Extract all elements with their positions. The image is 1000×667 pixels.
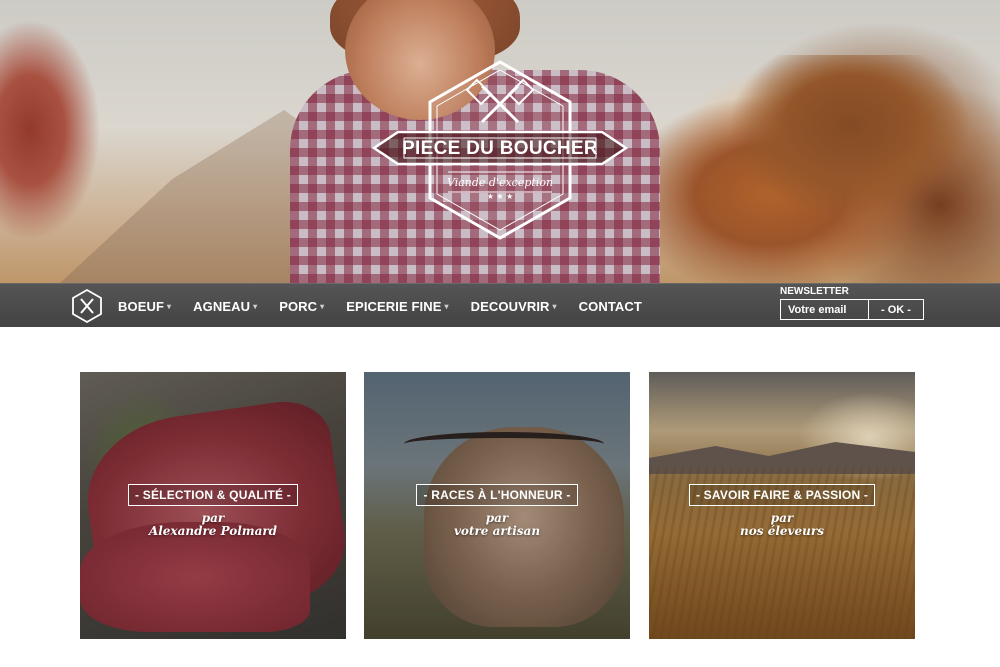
nav-item-porc[interactable]: PORC ▾ bbox=[279, 299, 324, 314]
card-caption: - SAVOIR FAIRE & PASSION - par nos éleveu… bbox=[649, 484, 915, 538]
chevron-down-icon: ▾ bbox=[320, 301, 325, 311]
brand-stars: ★ ★ ★ bbox=[486, 192, 514, 201]
card-savoir-faire[interactable]: - SAVOIR FAIRE & PASSION - par nos éleveu… bbox=[649, 372, 915, 639]
card-title: - SÉLECTION & QUALITÉ - bbox=[128, 484, 298, 506]
newsletter-label: NEWSLETTER bbox=[780, 286, 849, 297]
card-caption: - SÉLECTION & QUALITÉ - par Alexandre Pol… bbox=[80, 484, 346, 538]
nav-item-contact[interactable]: CONTACT bbox=[579, 299, 642, 314]
nav-menu: BOEUF ▾ AGNEAU ▾ PORC ▾ EPICERIE FINE ▾ DECO… bbox=[118, 284, 664, 328]
nav-home-logo-icon[interactable] bbox=[70, 288, 104, 324]
hero-banner: PIECE DU BOUCHER Viande d'exception ★ ★ … bbox=[0, 0, 1000, 283]
nav-item-epicerie-fine[interactable]: EPICERIE FINE ▾ bbox=[346, 299, 448, 314]
card-subtitle: par nos éleveurs bbox=[740, 511, 824, 538]
card-title: - SAVOIR FAIRE & PASSION - bbox=[688, 484, 876, 506]
main-navbar: BOEUF ▾ AGNEAU ▾ PORC ▾ EPICERIE FINE ▾ DECO… bbox=[0, 283, 1000, 327]
chevron-down-icon: ▾ bbox=[167, 301, 172, 311]
card-subtitle: par Alexandre Polmard bbox=[148, 511, 278, 538]
chevron-down-icon: ▾ bbox=[552, 301, 557, 311]
card-selection-qualite[interactable]: - SÉLECTION & QUALITÉ - par Alexandre Pol… bbox=[80, 372, 346, 639]
nav-item-agneau[interactable]: AGNEAU ▾ bbox=[193, 299, 257, 314]
card-caption: - RACES À L'HONNEUR - par votre artisan bbox=[364, 484, 630, 538]
card-title: - RACES À L'HONNEUR - bbox=[416, 484, 578, 506]
card-races-honneur[interactable]: - RACES À L'HONNEUR - par votre artisan bbox=[364, 372, 630, 639]
brand-tagline: Viande d'exception ★ ★ ★ bbox=[446, 176, 554, 201]
chevron-down-icon: ▾ bbox=[253, 301, 258, 311]
brand-logo-badge[interactable]: PIECE DU BOUCHER Viande d'exception ★ ★ … bbox=[370, 60, 630, 240]
feature-cards: - SÉLECTION & QUALITÉ - par Alexandre Pol… bbox=[80, 372, 915, 639]
chevron-down-icon: ▾ bbox=[444, 301, 449, 311]
newsletter-email-input[interactable] bbox=[780, 299, 869, 320]
newsletter-ok-button[interactable]: - OK - bbox=[869, 299, 924, 320]
nav-item-decouvrir[interactable]: DECOUVRIR ▾ bbox=[471, 299, 557, 314]
card-subtitle: par votre artisan bbox=[453, 511, 541, 538]
newsletter-form: - OK - bbox=[780, 299, 924, 320]
nav-item-boeuf[interactable]: BOEUF ▾ bbox=[118, 299, 171, 314]
brand-name: PIECE DU BOUCHER bbox=[402, 138, 598, 159]
newsletter-signup: NEWSLETTER - OK - bbox=[780, 286, 924, 320]
